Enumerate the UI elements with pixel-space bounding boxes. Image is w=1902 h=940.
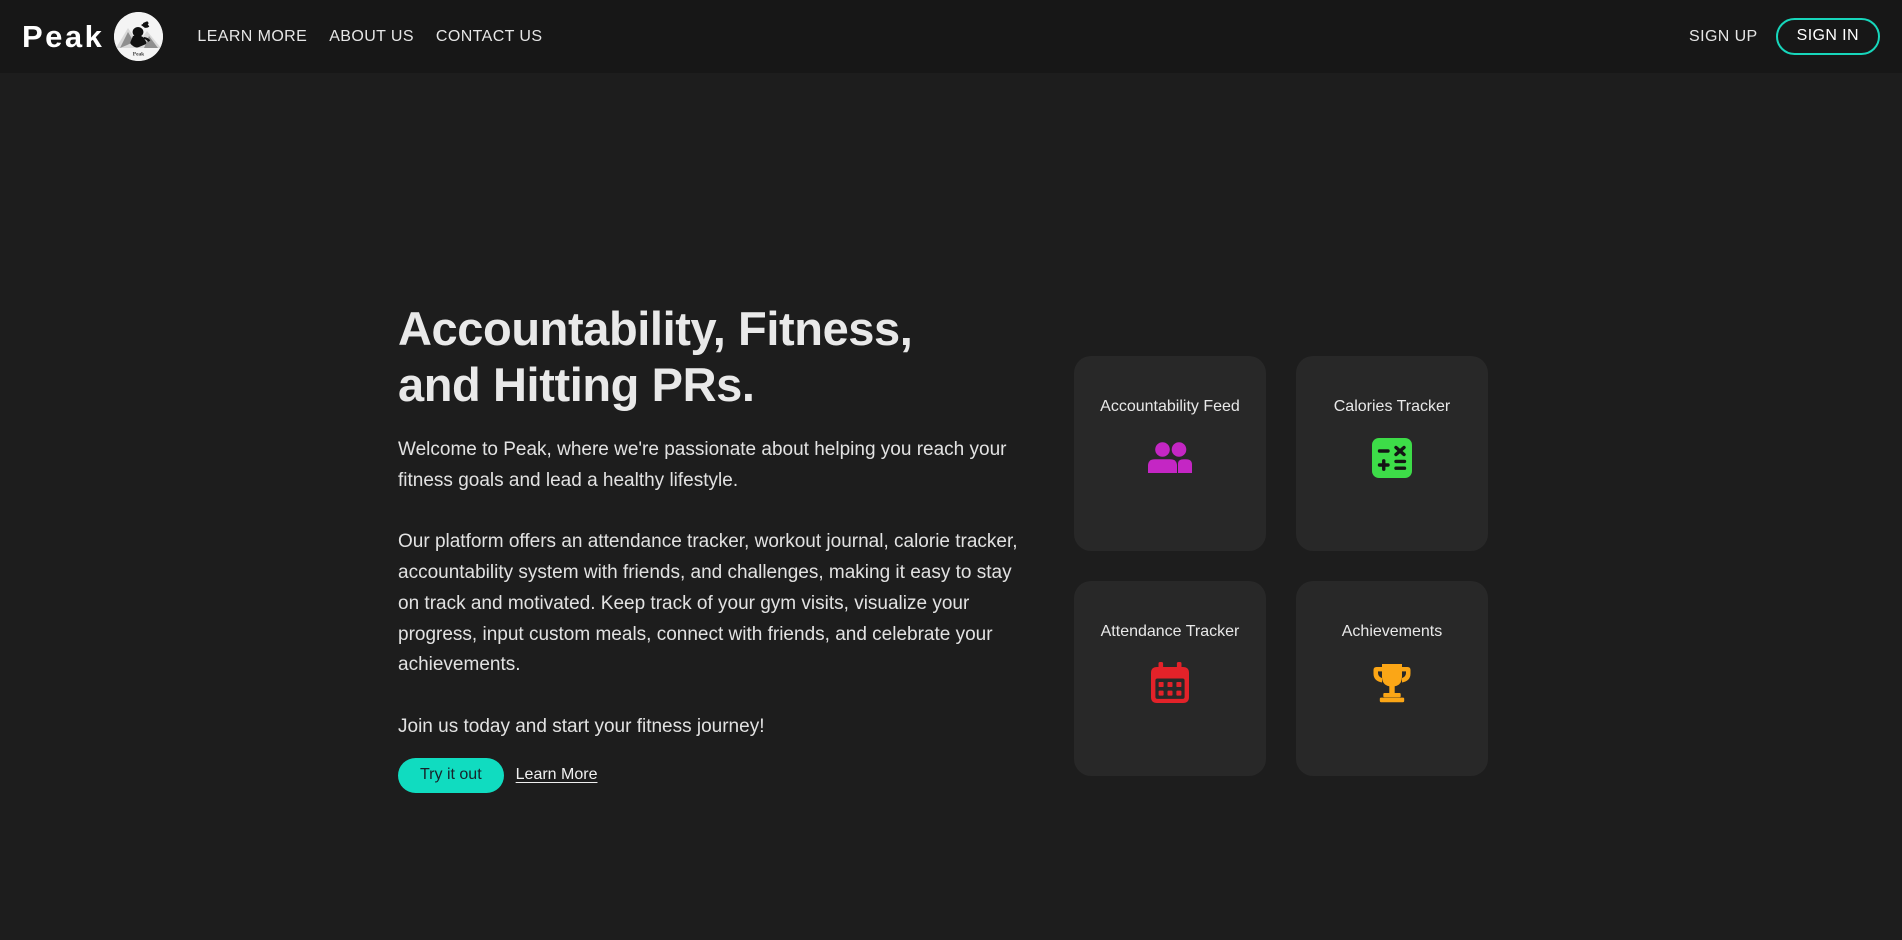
page-title-line-1: Accountability, Fitness, [398, 302, 913, 355]
primary-nav: LEARN MORE ABOUT US CONTACT US [197, 28, 542, 46]
trophy-icon [1368, 659, 1416, 707]
page-title-line-2: and Hitting PRs. [398, 357, 755, 411]
try-it-out-button[interactable]: Try it out [398, 757, 504, 793]
people-group-icon [1146, 434, 1194, 482]
feature-card-title: Accountability Feed [1100, 398, 1240, 415]
svg-text:Peak: Peak [133, 51, 144, 57]
peak-mountain-climber-logo-icon: Peak [114, 12, 164, 61]
hero-paragraph-welcome: Welcome to Peak, where we're passionate … [398, 438, 1007, 491]
feature-card-title: Achievements [1341, 623, 1443, 640]
top-navigation-bar: Peak Peak LEARN MORE ABOUT US CONTACT US… [0, 0, 1902, 73]
learn-more-link[interactable]: Learn More [516, 766, 598, 784]
nav-link-about-us[interactable]: ABOUT US [329, 28, 414, 46]
calendar-icon [1146, 659, 1194, 707]
page-title: Accountability, Fitness, and Hitting PRs… [398, 301, 1023, 413]
calculator-icon [1368, 434, 1416, 482]
feature-card-title: Calories Tracker [1333, 398, 1451, 415]
brand-logo[interactable]: Peak Peak [22, 12, 164, 61]
sign-up-link[interactable]: SIGN UP [1689, 28, 1758, 46]
hero-paragraph-features: Our platform offers an attendance tracke… [398, 531, 1018, 676]
feature-card-achievements[interactable]: Achievements [1296, 581, 1488, 776]
nav-link-learn-more[interactable]: LEARN MORE [197, 28, 307, 46]
sign-in-button[interactable]: SIGN IN [1775, 18, 1880, 55]
feature-card-grid: Accountability Feed Calories Tracker Att… [1074, 356, 1488, 776]
hero-copy-block: Accountability, Fitness, and Hitting PRs… [398, 301, 1023, 793]
cta-row: Try it out Learn More [398, 757, 1023, 793]
nav-link-contact-us[interactable]: CONTACT US [436, 28, 543, 46]
auth-actions: SIGN UP SIGN IN [1689, 18, 1880, 55]
feature-card-calories-tracker[interactable]: Calories Tracker [1296, 356, 1488, 551]
feature-card-accountability-feed[interactable]: Accountability Feed [1074, 356, 1266, 551]
brand-wordmark: Peak [22, 19, 105, 54]
feature-card-title: Attendance Tracker [1100, 623, 1240, 640]
hero-paragraph-join: Join us today and start your fitness jou… [398, 716, 765, 738]
main-content: Accountability, Fitness, and Hitting PRs… [0, 73, 1902, 940]
feature-card-attendance-tracker[interactable]: Attendance Tracker [1074, 581, 1266, 776]
